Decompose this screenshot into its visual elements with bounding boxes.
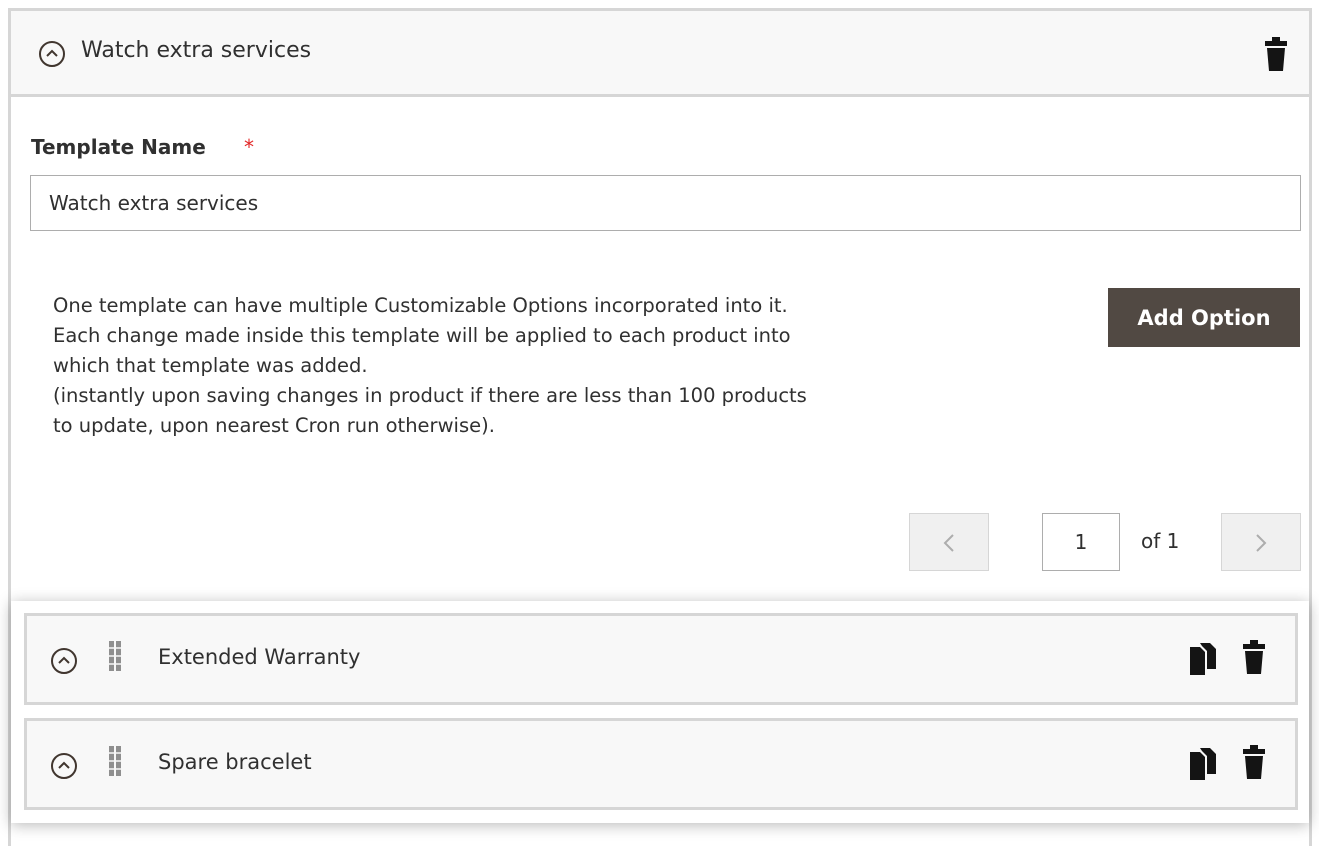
pagination-prev-button[interactable] — [909, 513, 989, 571]
collapse-toggle-icon[interactable] — [39, 41, 65, 67]
option-row[interactable]: Spare bracelet — [24, 718, 1298, 810]
options-list: Extended Warranty Spare bracelet — [11, 601, 1309, 823]
copy-icon[interactable] — [1190, 643, 1216, 679]
collapse-toggle-icon[interactable] — [51, 648, 77, 674]
page-number-input[interactable] — [1042, 513, 1120, 571]
collapse-toggle-icon[interactable] — [51, 753, 77, 779]
pagination-next-button[interactable] — [1221, 513, 1301, 571]
chevron-left-icon — [943, 534, 954, 552]
description-line: One template can have multiple Customiza… — [53, 294, 788, 317]
delete-option-trash-icon[interactable] — [1243, 640, 1265, 678]
description-line: to update, upon nearest Cron run otherwi… — [53, 414, 495, 437]
add-option-button[interactable]: Add Option — [1108, 288, 1300, 347]
description-line: Each change made inside this template wi… — [53, 324, 791, 347]
template-header-title: Watch extra services — [81, 38, 312, 63]
copy-icon[interactable] — [1190, 748, 1216, 784]
template-name-label: Template Name — [31, 135, 206, 159]
template-header[interactable]: Watch extra services — [11, 11, 1309, 97]
option-row[interactable]: Extended Warranty — [24, 613, 1298, 705]
drag-handle-icon[interactable] — [109, 641, 121, 675]
chevron-right-icon — [1256, 534, 1267, 552]
option-title: Extended Warranty — [158, 645, 361, 669]
template-name-input[interactable] — [30, 175, 1301, 231]
page-total-label: of 1 — [1141, 529, 1180, 553]
drag-handle-icon[interactable] — [109, 746, 121, 780]
description-line: which that template was added. — [53, 354, 368, 377]
options-template-panel: Watch extra services Template Name * One… — [8, 8, 1312, 846]
delete-option-trash-icon[interactable] — [1243, 745, 1265, 783]
delete-template-trash-icon[interactable] — [1265, 37, 1287, 75]
required-mark: * — [244, 135, 254, 159]
description-line: (instantly upon saving changes in produc… — [53, 384, 807, 407]
template-description: One template can have multiple Customiza… — [53, 291, 973, 441]
option-title: Spare bracelet — [158, 750, 312, 774]
